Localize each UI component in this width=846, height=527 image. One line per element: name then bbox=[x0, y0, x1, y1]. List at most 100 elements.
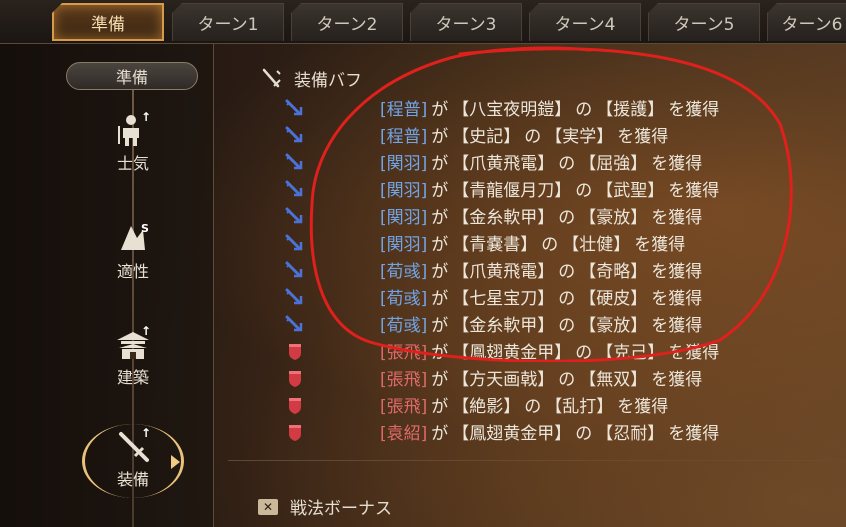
tab-turn-5[interactable]: ターン5 bbox=[648, 3, 760, 41]
blue-arrow-icon bbox=[284, 152, 306, 172]
general-name[interactable]: [荀彧] bbox=[380, 311, 427, 336]
tab-turn-6[interactable]: ターン6 bbox=[767, 3, 846, 41]
effect-name[interactable]: 【壮健】 bbox=[562, 230, 630, 255]
sidebar-item-label: 建築 bbox=[116, 368, 149, 387]
sidebar-item-aptitude[interactable]: S 適性 bbox=[88, 220, 178, 290]
buff-row: [関羽] が【青龍偃月刀】の【武聖】 を獲得 bbox=[284, 175, 719, 202]
buff-suffix: を獲得 bbox=[651, 262, 703, 282]
effect-name[interactable]: 【援護】 bbox=[596, 95, 664, 120]
general-name[interactable]: [荀彧] bbox=[380, 284, 427, 309]
buff-row: [関羽] が【青嚢書】の【壮健】 を獲得 bbox=[284, 229, 719, 256]
red-shield-icon bbox=[284, 395, 306, 415]
equipment-name[interactable]: 【鳳翅黄金甲】 bbox=[452, 419, 571, 444]
buff-row: [程普] が【八宝夜明鎧】の【援護】 を獲得 bbox=[284, 94, 719, 121]
buff-suffix: を獲得 bbox=[651, 316, 703, 336]
equipment-name[interactable]: 【方天画戟】 bbox=[452, 365, 554, 390]
general-name[interactable]: [関羽] bbox=[380, 149, 427, 174]
building-icon: ↑ bbox=[115, 324, 151, 362]
blue-arrow-icon bbox=[284, 233, 306, 253]
particle-ga: が bbox=[431, 208, 449, 228]
general-name[interactable]: [程普] bbox=[380, 122, 427, 147]
buff-suffix: を獲得 bbox=[651, 370, 703, 390]
sidebar-item-building[interactable]: ↑ 建築 bbox=[88, 324, 178, 396]
particle-ga: が bbox=[431, 316, 449, 336]
buff-suffix: を獲得 bbox=[668, 424, 720, 444]
buff-row: [荀彧] が【金糸軟甲】の【豪放】 を獲得 bbox=[284, 310, 719, 337]
blue-arrow-icon bbox=[284, 260, 306, 280]
buff-row: [張飛] が【絶影】の【乱打】 を獲得 bbox=[284, 391, 719, 418]
sidebar-item-label: 士気 bbox=[116, 154, 149, 173]
effect-name[interactable]: 【武聖】 bbox=[596, 176, 664, 201]
effect-name[interactable]: 【克己】 bbox=[596, 338, 664, 363]
particle-ga: が bbox=[431, 424, 449, 444]
effect-name[interactable]: 【実学】 bbox=[545, 122, 613, 147]
general-name[interactable]: [関羽] bbox=[380, 176, 427, 201]
particle-no: の bbox=[558, 262, 576, 282]
equipment-name[interactable]: 【史記】 bbox=[452, 122, 520, 147]
turn-tab-bar: 準備 ターン1 ターン2 ターン3 ターン4 ターン5 ターン6 bbox=[0, 0, 846, 44]
effect-name[interactable]: 【豪放】 bbox=[579, 311, 647, 336]
effect-name[interactable]: 【硬皮】 bbox=[579, 284, 647, 309]
buff-list: [程普] が【八宝夜明鎧】の【援護】 を獲得 [程普] が【史記】の【実学】 を獲得 [関羽… bbox=[284, 94, 719, 445]
general-name[interactable]: [関羽] bbox=[380, 230, 427, 255]
equipment-name[interactable]: 【七星宝刀】 bbox=[452, 284, 554, 309]
blue-arrow-icon bbox=[284, 206, 306, 226]
aptitude-icon: S bbox=[115, 220, 151, 256]
tactic-bonus-header: ✕ 戦法ボーナス bbox=[258, 494, 392, 519]
particle-no: の bbox=[558, 370, 576, 390]
soldier-icon: ↑ bbox=[115, 110, 151, 148]
blue-arrow-icon bbox=[284, 287, 306, 307]
effect-name[interactable]: 【無双】 bbox=[579, 365, 647, 390]
buff-row: [関羽] が【金糸軟甲】の【豪放】 を獲得 bbox=[284, 202, 719, 229]
equipment-name[interactable]: 【八宝夜明鎧】 bbox=[452, 95, 571, 120]
buff-suffix: を獲得 bbox=[651, 208, 703, 228]
tab-turn-2[interactable]: ターン2 bbox=[291, 3, 403, 41]
particle-no: の bbox=[558, 316, 576, 336]
effect-name[interactable]: 【忍耐】 bbox=[596, 419, 664, 444]
sub-section-title: 戦法ボーナス bbox=[290, 499, 392, 519]
buff-suffix: を獲得 bbox=[651, 289, 703, 309]
buff-row: [程普] が【史記】の【実学】 を獲得 bbox=[284, 121, 719, 148]
buff-suffix: を獲得 bbox=[668, 343, 720, 363]
sidebar-item-morale[interactable]: ↑ 士気 bbox=[88, 110, 178, 182]
buff-suffix: を獲得 bbox=[617, 397, 669, 417]
section-title: 装備バフ bbox=[294, 71, 362, 91]
particle-no: の bbox=[575, 343, 593, 363]
general-name[interactable]: [張飛] bbox=[380, 338, 427, 363]
equipment-buff-header: 装備バフ bbox=[262, 66, 362, 91]
effect-name[interactable]: 【豪放】 bbox=[579, 203, 647, 228]
red-shield-icon bbox=[284, 368, 306, 388]
equipment-name[interactable]: 【金糸軟甲】 bbox=[452, 311, 554, 336]
equipment-name[interactable]: 【青龍偃月刀】 bbox=[452, 176, 571, 201]
tab-turn-4[interactable]: ターン4 bbox=[529, 3, 641, 41]
particle-ga: が bbox=[431, 127, 449, 147]
general-name[interactable]: [荀彧] bbox=[380, 257, 427, 282]
active-pointer-icon bbox=[171, 455, 180, 469]
blue-arrow-icon bbox=[284, 179, 306, 199]
particle-ga: が bbox=[431, 154, 449, 174]
general-name[interactable]: [程普] bbox=[380, 95, 427, 120]
buff-row: [荀彧] が【七星宝刀】の【硬皮】 を獲得 bbox=[284, 283, 719, 310]
particle-ga: が bbox=[431, 262, 449, 282]
sidebar-item-label: 適性 bbox=[116, 262, 149, 281]
tab-preparation[interactable]: 準備 bbox=[52, 3, 164, 41]
general-name[interactable]: [関羽] bbox=[380, 203, 427, 228]
blue-arrow-icon bbox=[284, 125, 306, 145]
general-name[interactable]: [張飛] bbox=[380, 392, 427, 417]
equipment-name[interactable]: 【爪黄飛電】 bbox=[452, 149, 554, 174]
equipment-name[interactable]: 【絶影】 bbox=[452, 392, 520, 417]
sidebar-item-equipment[interactable]: ↑ 装備 bbox=[82, 424, 184, 498]
effect-name[interactable]: 【屈強】 bbox=[579, 149, 647, 174]
equipment-name[interactable]: 【金糸軟甲】 bbox=[452, 203, 554, 228]
tab-turn-3[interactable]: ターン3 bbox=[410, 3, 522, 41]
particle-ga: が bbox=[431, 289, 449, 309]
equipment-name[interactable]: 【爪黄飛電】 bbox=[452, 257, 554, 282]
equipment-name[interactable]: 【鳳翅黄金甲】 bbox=[452, 338, 571, 363]
particle-ga: が bbox=[431, 397, 449, 417]
equipment-name[interactable]: 【青嚢書】 bbox=[452, 230, 537, 255]
general-name[interactable]: [袁紹] bbox=[380, 419, 427, 444]
effect-name[interactable]: 【奇略】 bbox=[579, 257, 647, 282]
general-name[interactable]: [張飛] bbox=[380, 365, 427, 390]
effect-name[interactable]: 【乱打】 bbox=[545, 392, 613, 417]
tab-turn-1[interactable]: ターン1 bbox=[172, 3, 284, 41]
